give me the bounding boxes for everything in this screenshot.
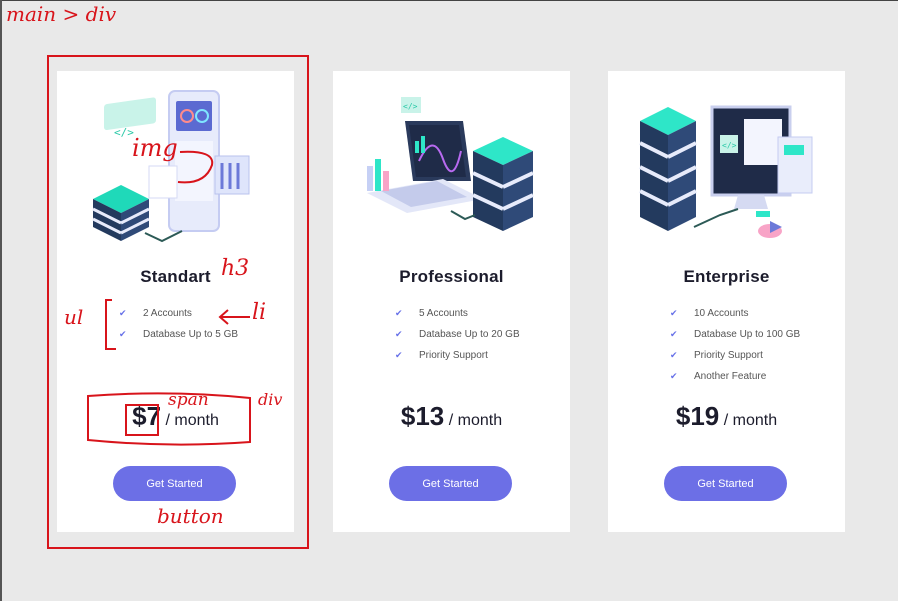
- check-icon: ✔: [670, 371, 678, 381]
- server-tablet-illustration: </>: [92, 90, 250, 243]
- feature-list: ✔ 2 Accounts ✔ Database Up to 5 GB: [119, 303, 238, 345]
- svg-text:</>: </>: [114, 126, 134, 139]
- check-icon: ✔: [119, 308, 127, 318]
- feature-item: ✔ Priority Support: [670, 345, 800, 366]
- feature-item: ✔ Priority Support: [395, 345, 520, 366]
- annotation-main-div: main > div: [6, 2, 117, 26]
- pricing-card-standart: </> Standart ✔ 2 Accounts ✔ Database Up to…: [57, 71, 294, 532]
- check-icon: ✔: [670, 308, 678, 318]
- window-border-left: [0, 0, 2, 601]
- price-period: / month: [444, 412, 503, 429]
- server-desktop-illustration: </>: [639, 105, 813, 238]
- feature-item: ✔ Database Up to 100 GB: [670, 324, 800, 345]
- laptop-server-illustration: </>: [367, 97, 534, 231]
- get-started-button[interactable]: Get Started: [113, 466, 236, 501]
- check-icon: ✔: [395, 350, 403, 360]
- price-amount: $19: [675, 401, 720, 431]
- pricing-card-professional: </> Professional ✔ 5 Accounts ✔ Database U…: [333, 71, 570, 532]
- feature-list: ✔ 5 Accounts ✔ Database Up to 20 GB ✔ Prior…: [395, 303, 520, 366]
- check-icon: ✔: [670, 329, 678, 339]
- feature-item: ✔ Another Feature: [670, 366, 800, 387]
- price: $19 / month: [608, 401, 845, 432]
- price: $13 / month: [333, 401, 570, 432]
- check-icon: ✔: [395, 308, 403, 318]
- plan-title: Professional: [399, 267, 504, 286]
- feature-item: ✔ 5 Accounts: [395, 303, 520, 324]
- feature-item: ✔ 2 Accounts: [119, 303, 238, 324]
- feature-item: ✔ 10 Accounts: [670, 303, 800, 324]
- price-amount: $7: [132, 401, 162, 431]
- window-border-top: [0, 0, 898, 1]
- feature-list: ✔ 10 Accounts ✔ Database Up to 100 GB ✔ Pri…: [670, 303, 800, 387]
- pricing-card-enterprise: </> Enterprise ✔ 10 Accounts ✔ Database Up…: [608, 71, 845, 532]
- get-started-button[interactable]: Get Started: [389, 466, 512, 501]
- price-period: / month: [161, 412, 219, 429]
- get-started-button[interactable]: Get Started: [664, 466, 787, 501]
- price-period: / month: [719, 412, 778, 429]
- check-icon: ✔: [395, 329, 403, 339]
- svg-text:</>: </>: [403, 102, 418, 111]
- check-icon: ✔: [670, 350, 678, 360]
- price: $7 / month: [57, 401, 294, 432]
- plan-title: Enterprise: [683, 267, 770, 286]
- svg-text:</>: </>: [722, 141, 737, 150]
- price-amount: $13: [400, 401, 445, 431]
- feature-item: ✔ Database Up to 5 GB: [119, 324, 238, 345]
- check-icon: ✔: [119, 329, 127, 339]
- plan-title: Standart: [140, 267, 211, 286]
- feature-item: ✔ Database Up to 20 GB: [395, 324, 520, 345]
